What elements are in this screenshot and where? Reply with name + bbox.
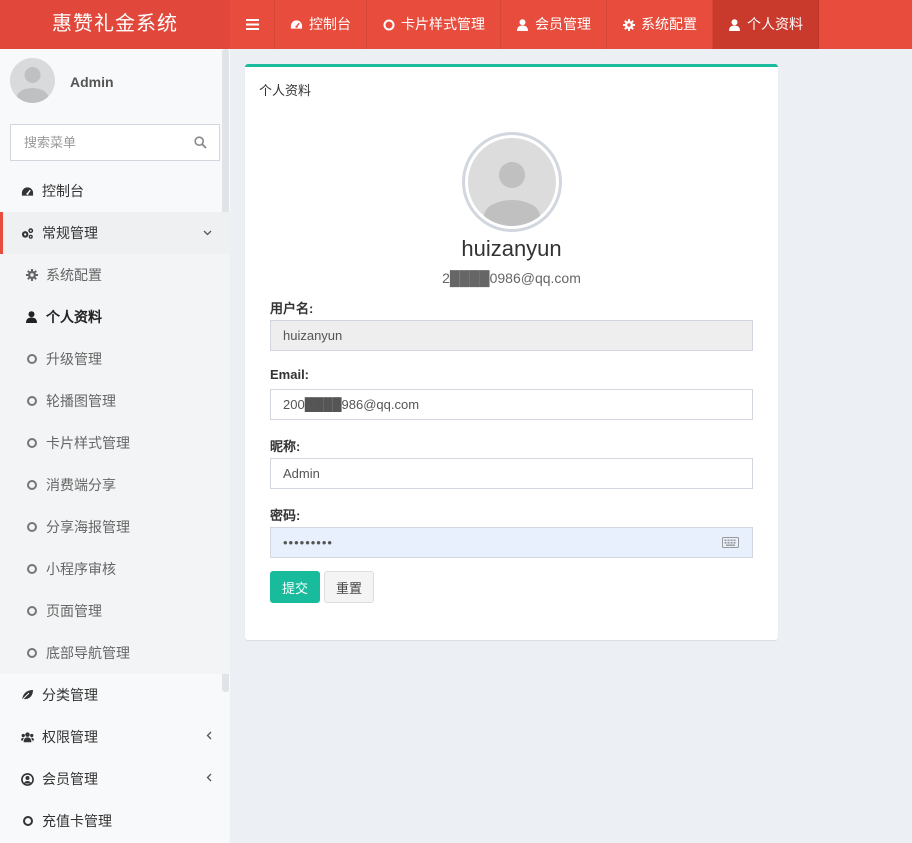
sidebar-item-label: 分享海报管理 — [46, 519, 130, 535]
circle-o-icon — [382, 18, 395, 31]
top-tab-label: 卡片样式管理 — [401, 16, 485, 32]
sidebar-item-system-config[interactable]: 系统配置 — [0, 254, 230, 296]
sidebar-item-recharge-card[interactable]: 充值卡管理 — [0, 800, 230, 842]
top-tab-card-style[interactable]: 卡片样式管理 — [367, 0, 501, 49]
top-header: 惠赞礼金系统 控制台 卡片样式管理 会员管理 系统配置 个人资料 — [0, 0, 912, 49]
sidebar-item-label: 会员管理 — [42, 771, 98, 787]
sidebar-item-dashboard[interactable]: 控制台 — [0, 170, 230, 212]
menu-icon — [245, 18, 259, 31]
profile-panel: 个人资料 huizanyun 2████0986@qq.com 用户名: Ema… — [245, 64, 778, 640]
top-nav: 控制台 卡片样式管理 会员管理 系统配置 个人资料 — [230, 0, 819, 49]
circle-o-icon — [25, 605, 38, 618]
sidebar-item-label: 升级管理 — [46, 351, 102, 367]
dashboard-icon — [290, 18, 303, 31]
search-icon[interactable] — [194, 136, 207, 149]
profile-email: 2████0986@qq.com — [442, 270, 581, 286]
reset-button[interactable]: 重置 — [324, 571, 374, 603]
leaf-icon — [21, 689, 34, 702]
password-label: 密码: — [270, 508, 301, 523]
top-tab-dashboard[interactable]: 控制台 — [275, 0, 367, 49]
top-tab-label: 控制台 — [309, 16, 351, 32]
email-label: Email: — [270, 367, 310, 382]
sidebar-item-page-manage[interactable]: 页面管理 — [0, 590, 230, 632]
user-icon — [728, 18, 741, 31]
nickname-field[interactable] — [270, 458, 753, 489]
submit-button[interactable]: 提交 — [270, 571, 320, 603]
username-label: 用户名: — [270, 301, 314, 316]
top-tab-label: 会员管理 — [535, 16, 591, 32]
user-name: Admin — [70, 74, 114, 90]
top-tab-label: 系统配置 — [641, 16, 697, 32]
sidebar-item-label: 充值卡管理 — [42, 813, 112, 829]
circle-o-icon — [25, 395, 38, 408]
sidebar-item-label: 常规管理 — [42, 225, 98, 241]
avatar — [10, 58, 55, 103]
sidebar-item-label: 分类管理 — [42, 687, 98, 703]
sidebar-item-label: 底部导航管理 — [46, 645, 130, 661]
user-icon — [516, 18, 529, 31]
profile-avatar[interactable] — [462, 132, 562, 232]
chevron-left-icon — [206, 716, 212, 758]
cogs-icon — [21, 227, 34, 240]
sidebar-item-card-style[interactable]: 卡片样式管理 — [0, 422, 230, 464]
profile-name: huizanyun — [461, 236, 562, 261]
circle-o-icon — [25, 521, 38, 534]
sidebar-search — [10, 124, 220, 161]
chevron-down-icon — [203, 212, 212, 254]
sidebar-item-members[interactable]: 会员管理 — [0, 758, 230, 800]
sidebar-item-label: 个人资料 — [46, 309, 102, 325]
sidebar: Admin 控制台 常规管理 — [0, 49, 230, 843]
circle-o-icon — [25, 479, 38, 492]
app-logo[interactable]: 惠赞礼金系统 — [0, 0, 230, 49]
group-icon — [21, 731, 34, 744]
search-input[interactable] — [11, 125, 181, 160]
user-icon — [25, 311, 38, 324]
email-field[interactable] — [270, 389, 753, 420]
sidebar-item-label: 控制台 — [42, 183, 84, 199]
circle-o-icon — [25, 353, 38, 366]
sidebar-toggle-button[interactable] — [230, 0, 275, 49]
sidebar-item-label: 小程序审核 — [46, 561, 116, 577]
sidebar-item-label: 权限管理 — [42, 729, 98, 745]
sidebar-item-category[interactable]: 分类管理 — [0, 674, 230, 716]
username-field[interactable] — [270, 320, 753, 351]
avatar-placeholder-icon — [468, 138, 556, 226]
user-panel: Admin — [0, 49, 230, 115]
sidebar-item-label: 系统配置 — [46, 267, 102, 283]
chevron-left-icon — [206, 758, 212, 800]
gear-icon — [622, 18, 635, 31]
circle-o-icon — [21, 815, 34, 828]
sidebar-menu: 控制台 常规管理 系统配置 个人资料 升级管理 轮播图管理 卡片样式管理 消费端… — [0, 170, 230, 842]
sidebar-item-consumer-share[interactable]: 消费端分享 — [0, 464, 230, 506]
sidebar-item-share-poster[interactable]: 分享海报管理 — [0, 506, 230, 548]
top-tab-members[interactable]: 会员管理 — [501, 0, 607, 49]
sidebar-item-carousel[interactable]: 轮播图管理 — [0, 380, 230, 422]
sidebar-item-upgrade[interactable]: 升级管理 — [0, 338, 230, 380]
top-tab-profile[interactable]: 个人资料 — [713, 0, 819, 49]
sidebar-item-label: 页面管理 — [46, 603, 102, 619]
sidebar-submenu-general: 系统配置 个人资料 升级管理 轮播图管理 卡片样式管理 消费端分享 分享海报管理… — [0, 254, 230, 674]
sidebar-item-general[interactable]: 常规管理 — [0, 212, 230, 254]
nickname-label: 昵称: — [270, 439, 301, 454]
dashboard-icon — [21, 185, 34, 198]
circle-o-icon — [25, 647, 38, 660]
top-tab-system-config[interactable]: 系统配置 — [607, 0, 713, 49]
sidebar-item-label: 消费端分享 — [46, 477, 116, 493]
top-tab-label: 个人资料 — [747, 16, 803, 32]
sidebar-item-profile[interactable]: 个人资料 — [0, 296, 230, 338]
user-circle-icon — [21, 772, 34, 786]
password-field[interactable] — [270, 527, 753, 558]
gear-icon — [25, 269, 38, 282]
panel-title: 个人资料 — [259, 83, 312, 98]
circle-o-icon — [25, 437, 38, 450]
sidebar-item-bottom-nav[interactable]: 底部导航管理 — [0, 632, 230, 674]
sidebar-item-miniprogram-review[interactable]: 小程序审核 — [0, 548, 230, 590]
circle-o-icon — [25, 563, 38, 576]
sidebar-item-label: 轮播图管理 — [46, 393, 116, 409]
sidebar-item-label: 卡片样式管理 — [46, 435, 130, 451]
sidebar-item-permissions[interactable]: 权限管理 — [0, 716, 230, 758]
keyboard-icon[interactable] — [722, 536, 739, 548]
